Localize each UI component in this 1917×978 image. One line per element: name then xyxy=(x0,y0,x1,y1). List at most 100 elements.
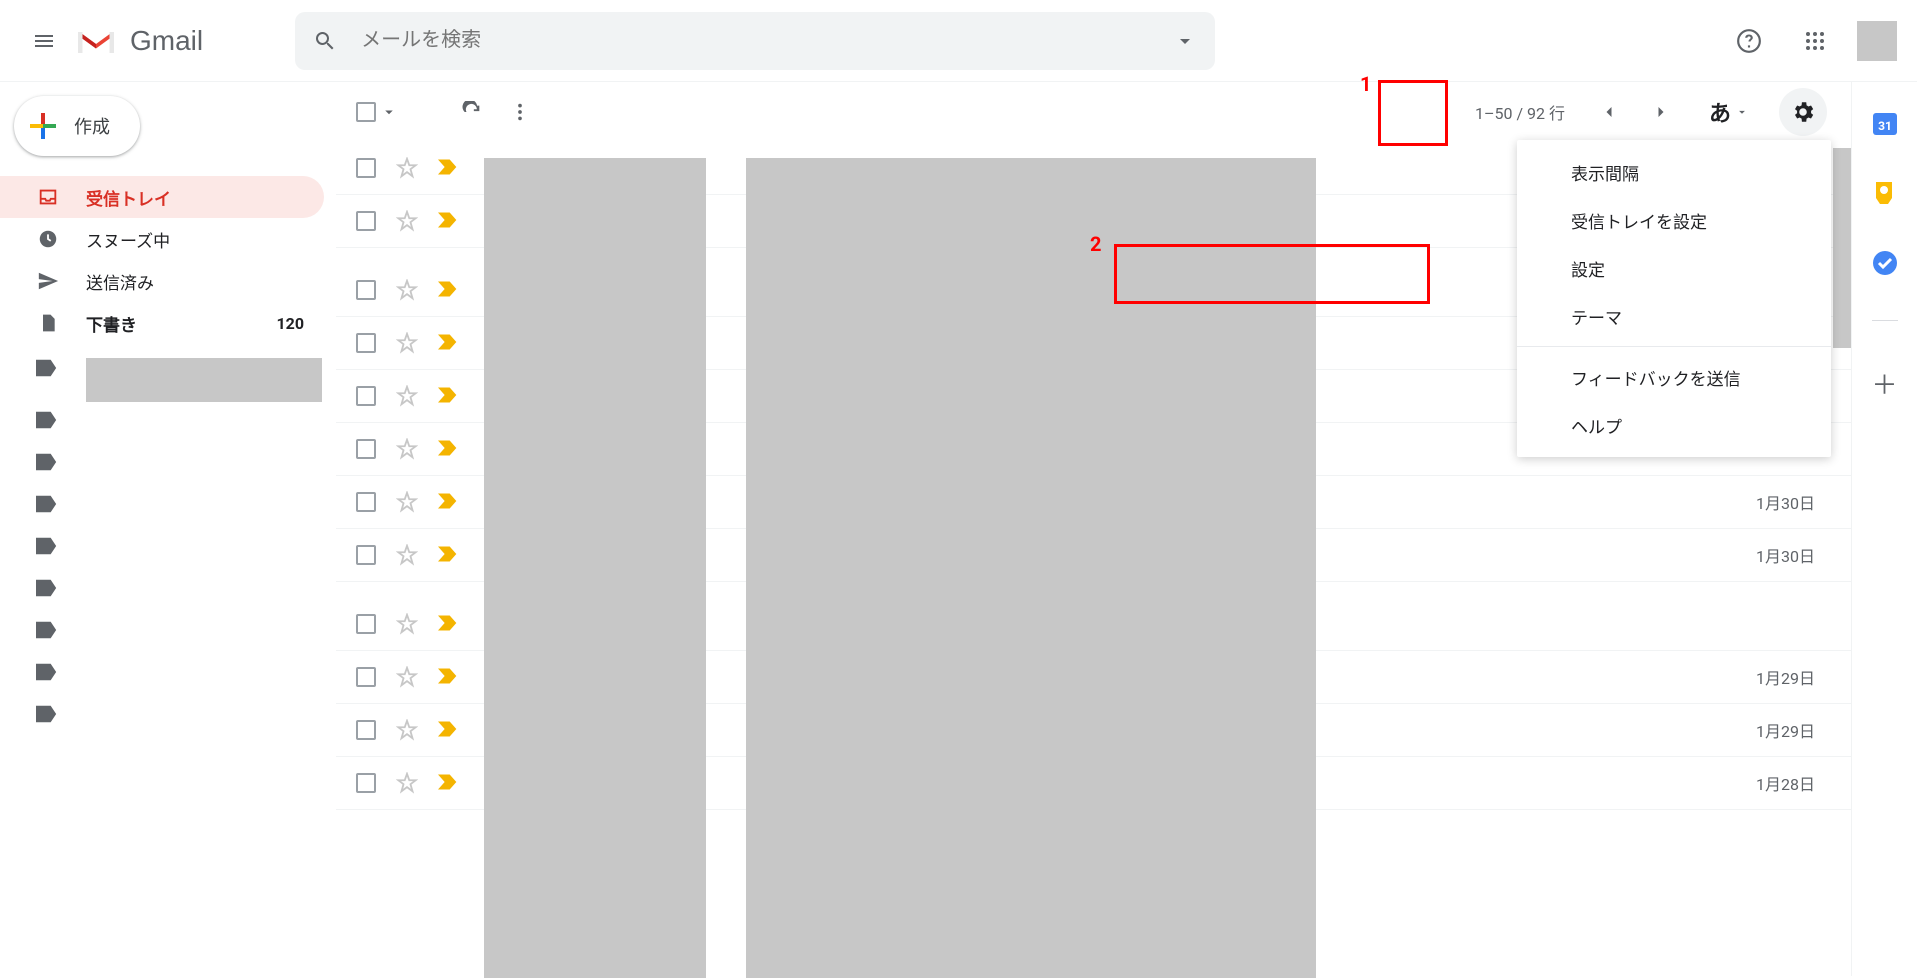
row-checkbox[interactable] xyxy=(356,667,376,687)
importance-icon[interactable] xyxy=(438,773,456,793)
sidebar-label-item[interactable] xyxy=(0,570,336,612)
row-checkbox[interactable] xyxy=(356,439,376,459)
dd-display-density[interactable]: 表示間隔 xyxy=(1517,148,1831,196)
page-range: 1–50 / 92 行 xyxy=(1475,100,1565,124)
row-checkbox[interactable] xyxy=(356,773,376,793)
prev-page-button[interactable] xyxy=(1585,88,1633,136)
mail-date: 1月29日 xyxy=(1756,665,1815,689)
dropdown-separator xyxy=(1517,346,1831,347)
sidebar-label-item[interactable] xyxy=(0,444,336,486)
drafts-icon xyxy=(36,311,60,335)
label-icon xyxy=(36,359,60,383)
gmail-logo[interactable]: Gmail xyxy=(76,25,203,57)
sidebar-label-item[interactable] xyxy=(0,654,336,696)
star-icon[interactable] xyxy=(396,279,418,301)
chevron-left-icon xyxy=(1599,102,1619,122)
scrollbar-thumb[interactable] xyxy=(1833,148,1851,348)
chevron-down-icon xyxy=(1735,105,1749,119)
star-icon[interactable] xyxy=(396,385,418,407)
label-icon xyxy=(36,663,60,687)
importance-icon[interactable] xyxy=(438,545,456,565)
next-page-button[interactable] xyxy=(1637,88,1685,136)
keep-addon[interactable] xyxy=(1872,180,1898,206)
sidebar-item-drafts[interactable]: 下書き 120 xyxy=(0,302,324,344)
importance-icon[interactable] xyxy=(438,492,456,512)
sidebar-label-item[interactable] xyxy=(0,402,336,444)
row-checkbox[interactable] xyxy=(356,492,376,512)
main-menu-button[interactable] xyxy=(20,17,68,65)
toolbar: 1–50 / 92 行 あ xyxy=(336,82,1851,142)
star-icon[interactable] xyxy=(396,438,418,460)
header: Gmail xyxy=(0,0,1917,82)
sidebar-item-sent[interactable]: 送信済み xyxy=(0,260,324,302)
row-checkbox[interactable] xyxy=(356,545,376,565)
calendar-addon[interactable]: 31 xyxy=(1872,110,1898,136)
row-checkbox[interactable] xyxy=(356,280,376,300)
importance-icon[interactable] xyxy=(438,614,456,634)
mail-date: 1月28日 xyxy=(1756,771,1815,795)
dd-themes[interactable]: テーマ xyxy=(1517,292,1831,340)
search-input[interactable] xyxy=(343,29,1173,52)
star-icon[interactable] xyxy=(396,772,418,794)
star-icon[interactable] xyxy=(396,719,418,741)
settings-button[interactable] xyxy=(1779,88,1827,136)
dd-help[interactable]: ヘルプ xyxy=(1517,401,1831,449)
svg-text:31: 31 xyxy=(1878,119,1892,133)
tasks-addon[interactable] xyxy=(1872,250,1898,276)
dd-configure-inbox[interactable]: 受信トレイを設定 xyxy=(1517,196,1831,244)
sidebar-label-item[interactable] xyxy=(0,528,336,570)
help-button[interactable] xyxy=(1725,17,1773,65)
star-icon[interactable] xyxy=(396,544,418,566)
row-checkbox[interactable] xyxy=(356,333,376,353)
select-all-checkbox[interactable] xyxy=(356,102,398,122)
sidebar-label-item[interactable] xyxy=(0,486,336,528)
sidebar-label-item[interactable] xyxy=(0,696,336,738)
importance-icon[interactable] xyxy=(438,386,456,406)
search-options-dropdown[interactable] xyxy=(1173,29,1197,53)
star-icon[interactable] xyxy=(396,210,418,232)
star-icon[interactable] xyxy=(396,666,418,688)
importance-icon[interactable] xyxy=(438,667,456,687)
sidebar-item-label: 下書き xyxy=(86,311,250,336)
star-icon[interactable] xyxy=(396,491,418,513)
side-panel: 31 ＋ xyxy=(1851,82,1917,976)
search-icon xyxy=(313,29,343,53)
more-button[interactable] xyxy=(496,88,544,136)
mail-date: 1月29日 xyxy=(1756,718,1815,742)
importance-icon[interactable] xyxy=(438,333,456,353)
sidebar-label-item[interactable] xyxy=(0,612,336,654)
importance-icon[interactable] xyxy=(438,439,456,459)
compose-button[interactable]: 作成 xyxy=(14,96,140,156)
star-icon[interactable] xyxy=(396,157,418,179)
help-icon xyxy=(1736,28,1762,54)
dd-settings[interactable]: 設定 xyxy=(1517,244,1831,292)
row-checkbox[interactable] xyxy=(356,211,376,231)
label-icon xyxy=(36,453,60,477)
sidebar-item-snoozed[interactable]: スヌーズ中 xyxy=(0,218,324,260)
google-apps-button[interactable] xyxy=(1791,17,1839,65)
get-addons-button[interactable]: ＋ xyxy=(1871,365,1897,402)
refresh-button[interactable] xyxy=(448,88,496,136)
account-avatar[interactable] xyxy=(1857,21,1897,61)
importance-icon[interactable] xyxy=(438,158,456,178)
input-language-button[interactable]: あ xyxy=(1709,96,1749,128)
refresh-icon xyxy=(461,101,483,123)
sidebar-item-label: スヌーズ中 xyxy=(86,227,304,252)
star-icon[interactable] xyxy=(396,332,418,354)
importance-icon[interactable] xyxy=(438,280,456,300)
row-checkbox[interactable] xyxy=(356,158,376,178)
importance-icon[interactable] xyxy=(438,211,456,231)
sidebar-item-inbox[interactable]: 受信トレイ xyxy=(0,176,324,218)
drafts-count: 120 xyxy=(276,314,304,333)
star-icon[interactable] xyxy=(396,613,418,635)
importance-icon[interactable] xyxy=(438,720,456,740)
label-icon xyxy=(36,621,60,645)
sidebar-item-label: 送信済み xyxy=(86,269,304,294)
dd-feedback[interactable]: フィードバックを送信 xyxy=(1517,353,1831,401)
row-checkbox[interactable] xyxy=(356,720,376,740)
row-checkbox[interactable] xyxy=(356,386,376,406)
sidebar: 作成 受信トレイ スヌーズ中 送信済み xyxy=(0,82,336,976)
search-bar[interactable] xyxy=(295,12,1215,70)
row-checkbox[interactable] xyxy=(356,614,376,634)
more-vert-icon xyxy=(509,101,531,123)
